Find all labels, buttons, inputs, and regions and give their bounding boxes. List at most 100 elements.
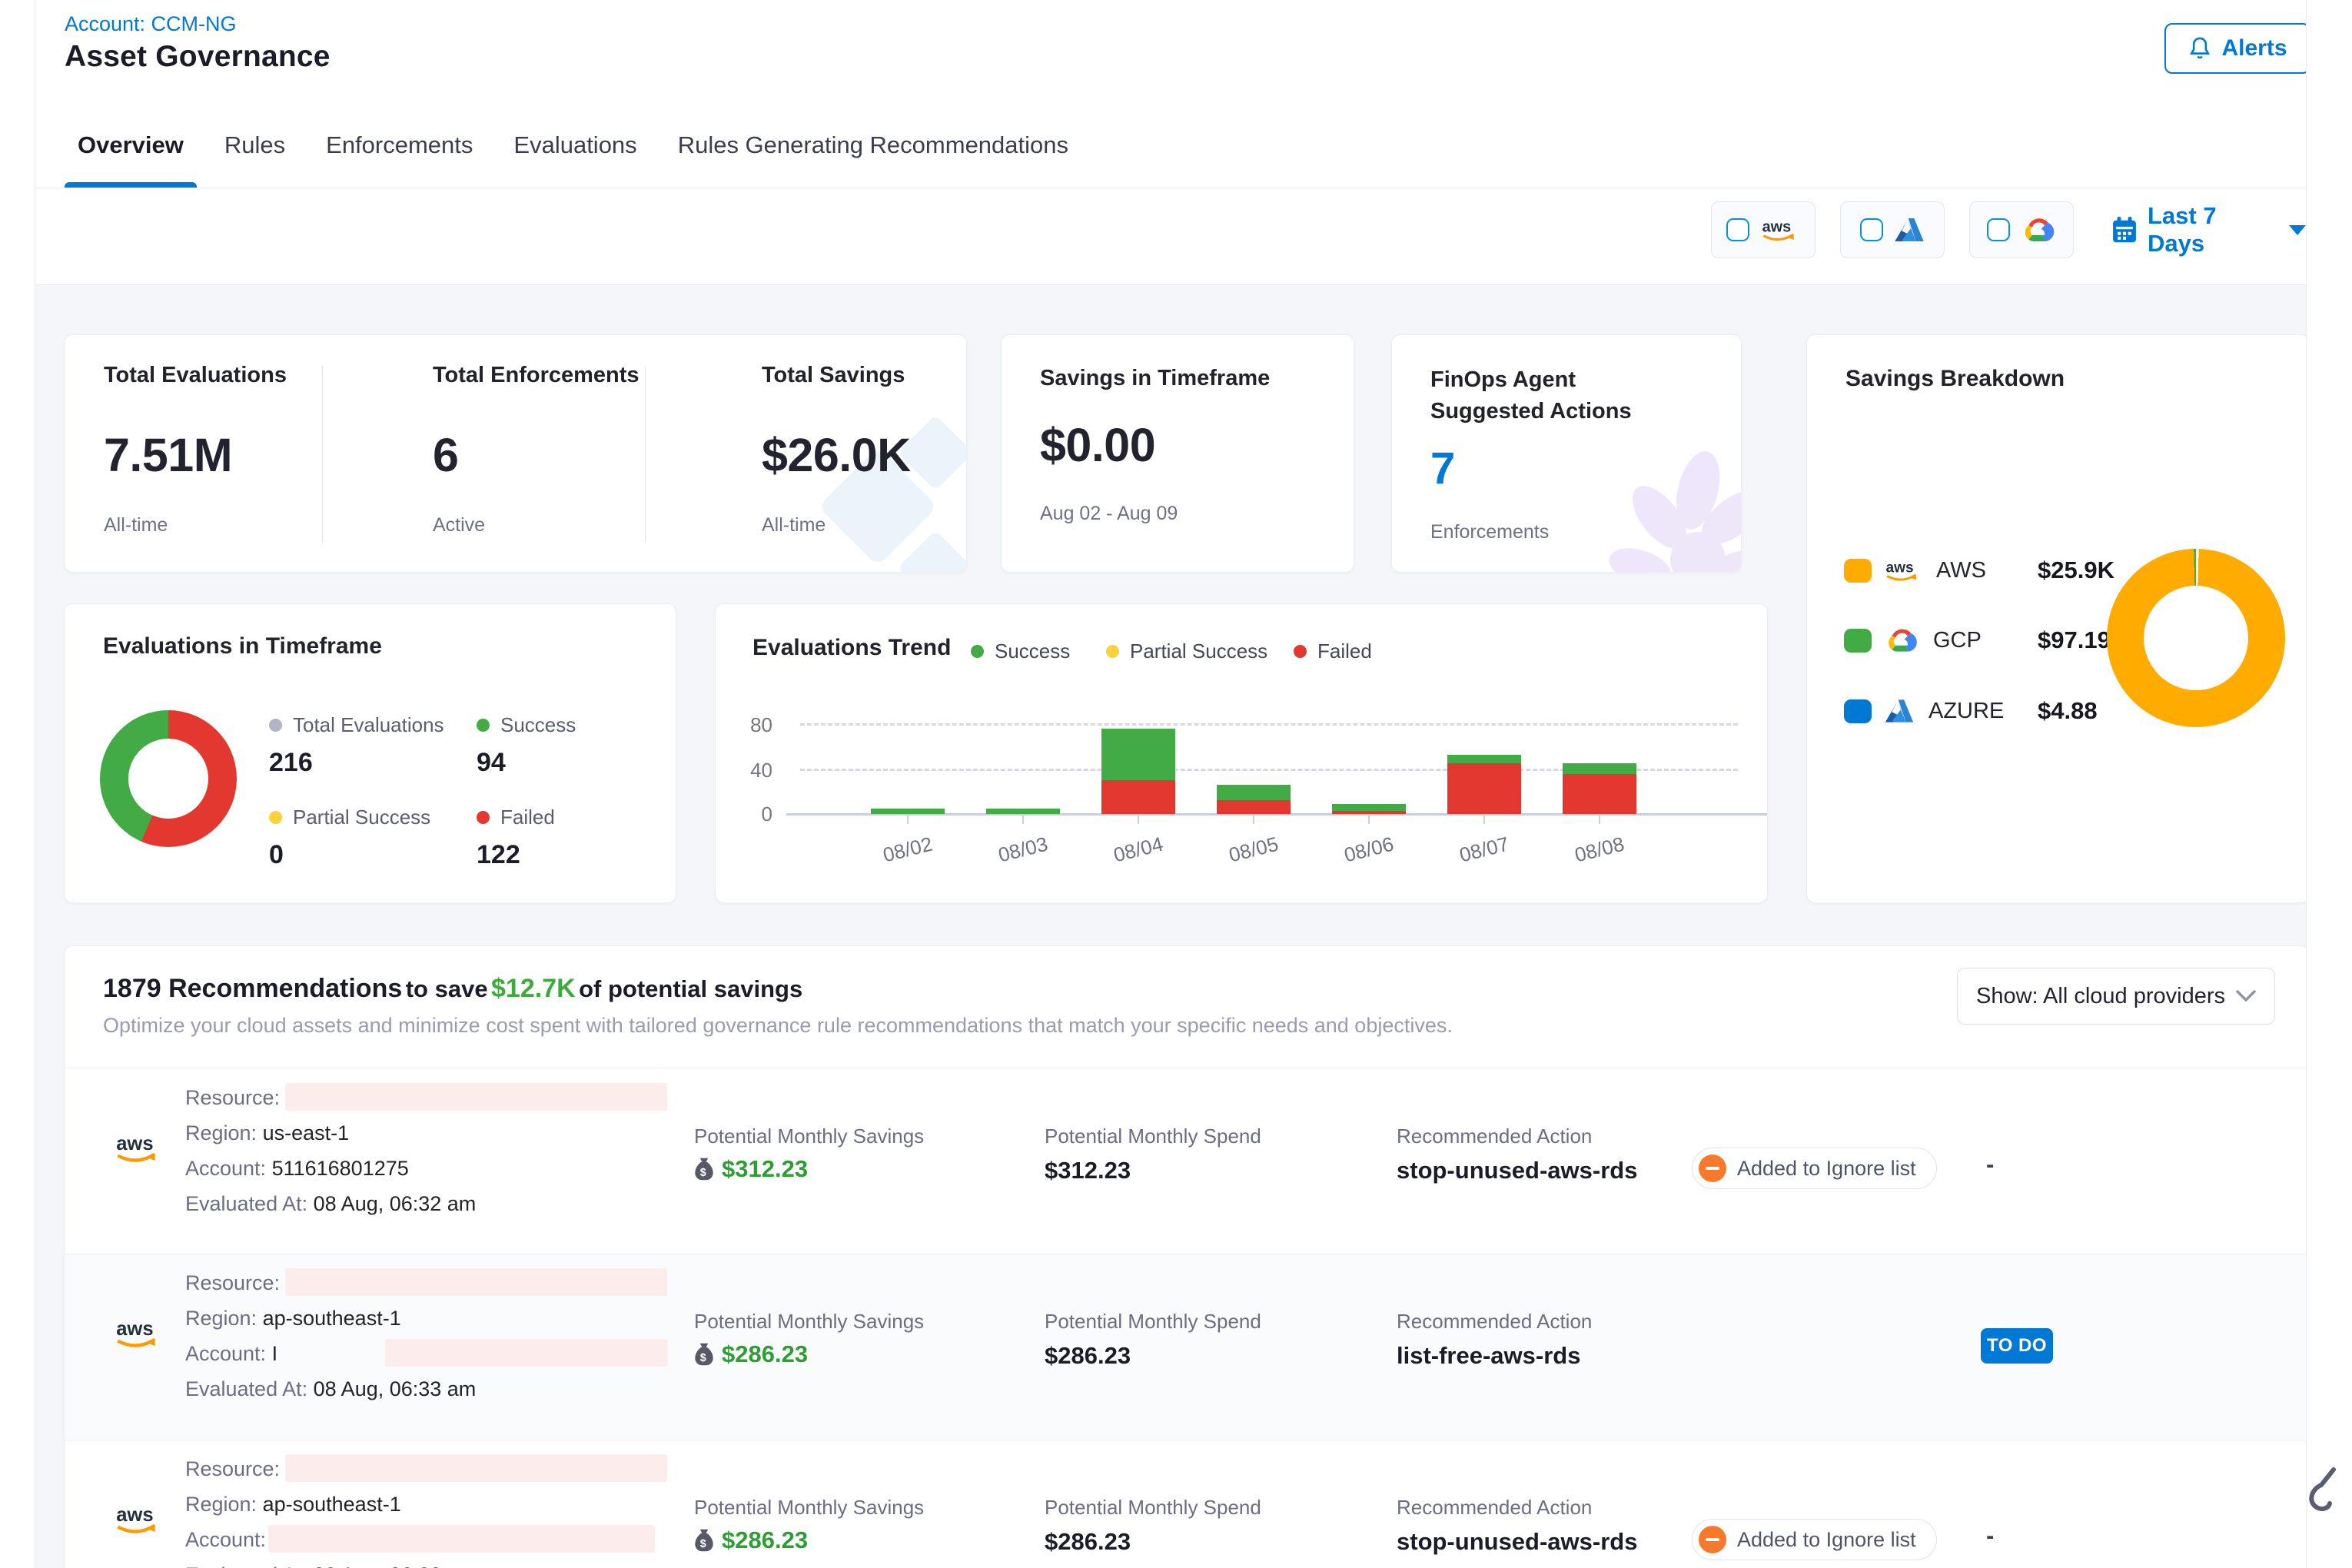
bar-segment-failed: [1447, 763, 1521, 814]
spend-column-label: Potential Monthly Spend: [1045, 1496, 1261, 1520]
bar-segment-failed: [1101, 780, 1175, 814]
card-title: Evaluations in Timeframe: [103, 633, 382, 659]
aws-logo-icon: aws: [1760, 216, 1800, 244]
aws-logo-icon: aws: [1884, 557, 1922, 583]
legend-label: Failed: [1317, 639, 1372, 663]
svg-text:aws: aws: [1886, 560, 1914, 576]
legend-value: 0: [269, 840, 430, 870]
legend-label: Success: [500, 713, 576, 737]
failed-dot: [477, 811, 490, 824]
recommended-action-value: stop-unused-aws-rds: [1397, 1157, 1637, 1184]
svg-text:aws: aws: [116, 1504, 153, 1526]
legend-item-partial-success: Partial Success 0: [269, 806, 430, 870]
gcp-logo-icon: [2021, 215, 2056, 244]
added-to-ignore-list-badge[interactable]: Added to Ignore list: [1692, 1519, 1937, 1560]
x-axis-tick: [1253, 815, 1254, 824]
gcp-checkbox[interactable]: [1987, 218, 2010, 241]
provider-filter-aws[interactable]: aws: [1711, 201, 1815, 258]
partial-success-dot: [1106, 645, 1119, 658]
provider-filter-azure[interactable]: [1840, 201, 1945, 258]
account-field: Account: 511616801275: [185, 1157, 409, 1181]
asset-governance-page: Account: CCM-NG Asset Governance Alerts …: [0, 0, 2352, 1568]
added-to-ignore-list-badge[interactable]: Added to Ignore list: [1692, 1148, 1937, 1189]
total-evaluations-dot: [269, 719, 282, 732]
recommendation-row[interactable]: aws Resource: Region: ap-southeast-1 Acc…: [65, 1254, 2309, 1439]
y-axis-tick-80: 80: [729, 713, 772, 737]
spend-value: $312.23: [1045, 1157, 1131, 1184]
bar-segment-failed: [1332, 811, 1406, 814]
x-axis-labels: 08/0208/0308/0408/0508/0608/0708/08: [800, 827, 1738, 873]
totals-stats-card: Total Evaluations 7.51M All-time Total E…: [64, 334, 967, 573]
divider: [645, 366, 646, 543]
gcp-swatch: [1844, 629, 1872, 653]
finops-agent-card: FinOps Agent Suggested Actions 7 Enforce…: [1391, 334, 1742, 573]
recommendations-subtitle: Optimize your cloud assets and minimize …: [103, 1014, 1453, 1038]
svg-text:aws: aws: [1762, 219, 1792, 236]
money-bag-icon: $: [694, 1528, 714, 1553]
x-axis-label: 08/04: [1111, 832, 1166, 868]
stat-value: 7.51M: [104, 428, 287, 482]
evaluations-donut-chart: [100, 710, 237, 847]
stat-total-evaluations: Total Evaluations 7.51M All-time: [104, 363, 287, 537]
action-column-label: Recommended Action: [1397, 1496, 1592, 1520]
legend-item-gcp: GCP $97.19: [1844, 623, 2025, 658]
aws-swatch: [1844, 559, 1872, 583]
gcp-logo-icon: [1884, 626, 1919, 654]
page-title: Asset Governance: [65, 40, 331, 74]
x-axis-tick: [1483, 815, 1485, 824]
card-title: Savings Breakdown: [1845, 366, 2065, 392]
y-axis-tick-0: 0: [729, 802, 772, 826]
recommendation-row[interactable]: aws Resource: Region: ap-southeast-1 Acc…: [65, 1440, 2309, 1568]
stat-sublabel: Aug 02 - Aug 09: [1040, 503, 1178, 525]
legend-value: 122: [477, 840, 555, 870]
date-range-picker[interactable]: Last 7 Days: [2111, 211, 2306, 249]
alerts-button[interactable]: Alerts: [2164, 23, 2310, 74]
legend-label: Partial Success: [293, 806, 430, 829]
success-dot: [971, 645, 984, 658]
stat-value: $0.00: [1040, 418, 1155, 472]
azure-logo-icon: [1884, 698, 1915, 724]
donut-hole: [128, 739, 208, 819]
svg-text:$: $: [700, 1352, 706, 1364]
tab-rules-generating-recommendations[interactable]: Rules Generating Recommendations: [665, 102, 1081, 188]
stat-sublabel: Enforcements: [1430, 521, 1549, 543]
recommendation-row[interactable]: aws Resource: Region: us-east-1 Account:…: [65, 1069, 2309, 1254]
filter-row: aws Last 7 Days: [35, 189, 2306, 285]
x-axis-tick: [1138, 815, 1139, 824]
x-axis-tick: [1022, 815, 1024, 824]
provider-filter-gcp[interactable]: [1969, 201, 2074, 258]
assignee-placeholder: -: [1986, 1151, 1994, 1178]
stat-label: Total Savings: [762, 363, 911, 388]
alerts-label: Alerts: [2221, 35, 2287, 61]
cloud-provider-filter-dropdown[interactable]: Show: All cloud providers: [1957, 968, 2275, 1025]
spend-value: $286.23: [1045, 1342, 1131, 1370]
tab-enforcements[interactable]: Enforcements: [313, 102, 486, 188]
x-axis-label: 08/06: [1342, 832, 1397, 868]
todo-status-badge[interactable]: TO DO: [1981, 1328, 2053, 1364]
recommendations-count: 1879 Recommendations: [103, 974, 402, 1003]
svg-text:aws: aws: [116, 1318, 153, 1340]
bar-segment-success: [1332, 804, 1406, 811]
bar-segment-success: [1217, 785, 1291, 801]
action-column-label: Recommended Action: [1397, 1310, 1592, 1334]
aws-checkbox[interactable]: [1726, 218, 1749, 241]
bar-segment-success: [1101, 729, 1175, 779]
x-axis-label: 08/05: [1227, 832, 1281, 868]
account-breadcrumb[interactable]: Account: CCM-NG: [65, 12, 237, 36]
region-field: Region: ap-southeast-1: [185, 1493, 401, 1517]
pencil-edge-icon: [2303, 1467, 2340, 1516]
tab-rules[interactable]: Rules: [211, 102, 298, 188]
bar-segment-success: [986, 809, 1060, 814]
svg-text:$: $: [700, 1538, 706, 1550]
legend-item-azure: AZURE $4.88: [1844, 693, 2021, 729]
minus-circle-icon: [1699, 1154, 1726, 1182]
tab-evaluations[interactable]: Evaluations: [500, 102, 649, 188]
legend-value: $97.19: [2038, 626, 2111, 654]
redacted-account-value: [268, 1525, 655, 1553]
azure-checkbox[interactable]: [1860, 218, 1883, 241]
legend-value: 94: [477, 748, 576, 778]
recommendations-amount: $12.7K: [491, 974, 576, 1003]
tab-overview[interactable]: Overview: [65, 102, 197, 188]
recommendations-tail-text: of potential savings: [579, 975, 802, 1002]
recommended-action-value: list-free-aws-rds: [1397, 1342, 1580, 1370]
